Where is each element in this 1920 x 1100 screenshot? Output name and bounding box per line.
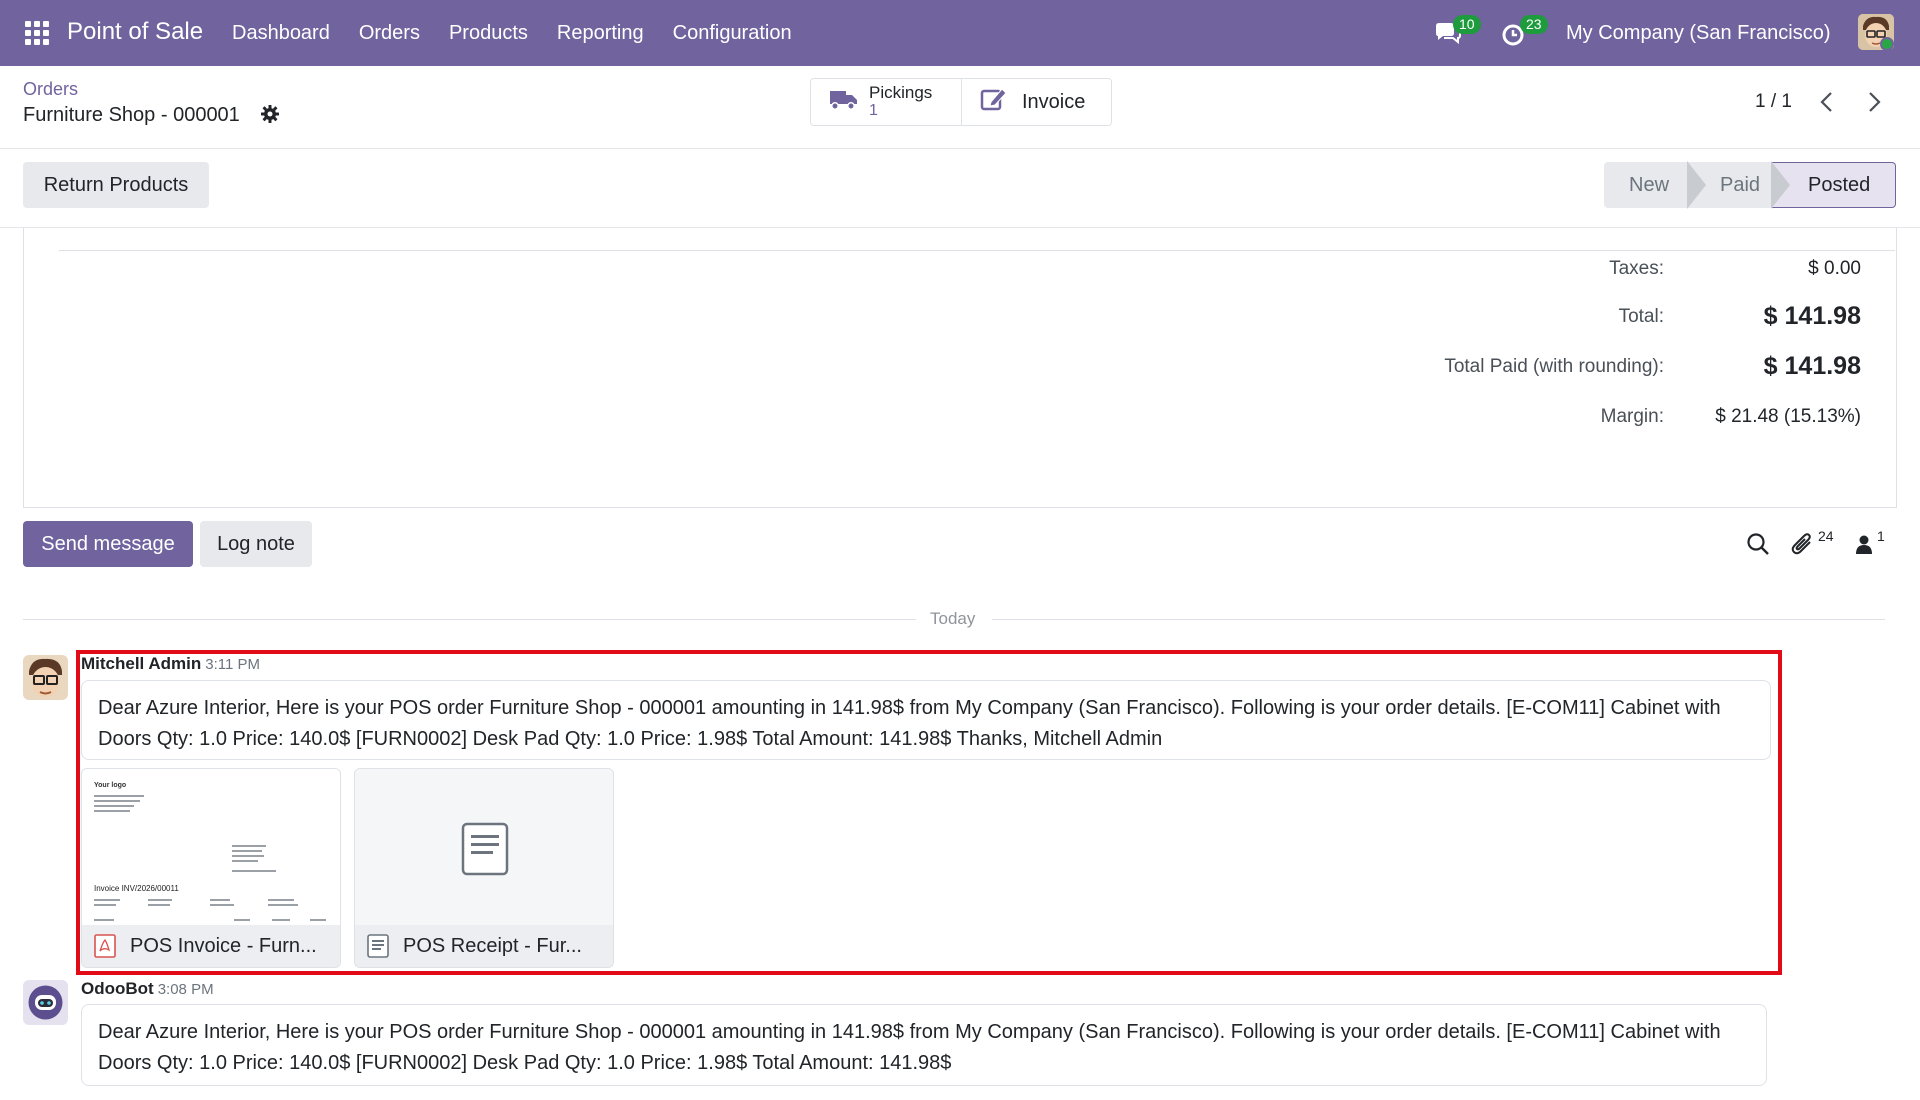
document-icon <box>367 934 389 958</box>
company-switcher[interactable]: My Company (San Francisco) <box>1566 22 1831 45</box>
edit-icon <box>980 86 1008 118</box>
total-label: Total: <box>1618 306 1664 327</box>
messages-icon[interactable]: 10 <box>1433 15 1481 48</box>
pdf-icon <box>94 934 116 958</box>
message-time: 3:08 PM <box>157 981 214 998</box>
control-panel-divider <box>0 148 1920 149</box>
author-name: Mitchell Admin <box>81 654 202 673</box>
invoice-label: Invoice <box>1022 90 1086 113</box>
attachment-footer: POS Invoice - Furn... <box>82 925 340 967</box>
menu-dashboard[interactable]: Dashboard <box>232 22 330 45</box>
log-note-button[interactable]: Log note <box>200 521 312 567</box>
message-time: 3:11 PM <box>205 656 261 673</box>
send-message-button[interactable]: Send message <box>23 521 193 567</box>
status-posted-label: Posted <box>1808 173 1871 196</box>
date-separator-line-left <box>23 619 916 620</box>
total-paid-label: Total Paid (with rounding): <box>1444 356 1664 377</box>
totals-divider <box>59 250 1895 251</box>
status-new[interactable]: New <box>1604 161 1706 209</box>
truck-icon <box>829 87 859 117</box>
pager-value[interactable]: 1 / 1 <box>1755 91 1792 113</box>
menu-products[interactable]: Products <box>449 22 528 45</box>
date-separator: Today <box>930 609 976 628</box>
status-new-label: New <box>1629 173 1670 196</box>
message-body: Dear Azure Interior, Here is your POS or… <box>81 1004 1767 1086</box>
message-body: Dear Azure Interior, Here is your POS or… <box>81 680 1771 760</box>
author-name: OdooBot <box>81 979 154 998</box>
avatar[interactable] <box>23 655 68 700</box>
pager-next-icon[interactable] <box>1862 89 1886 115</box>
smart-buttons: Pickings 1 Invoice <box>810 78 1112 126</box>
receipt-preview <box>355 769 613 927</box>
taxes-value: $ 0.00 <box>1808 258 1861 279</box>
file-icon <box>461 822 509 876</box>
pickings-count: 1 <box>869 102 878 119</box>
menu-orders[interactable]: Orders <box>359 22 420 45</box>
apps-menu-icon[interactable] <box>25 21 49 45</box>
message-author[interactable]: OdooBot 3:08 PM <box>81 979 214 999</box>
invoice-thumb-title: Invoice INV/2026/00011 <box>94 884 179 893</box>
messages-badge: 10 <box>1453 15 1481 34</box>
invoice-button[interactable]: Invoice <box>961 79 1111 125</box>
main-menu: Dashboard Orders Products Reporting Conf… <box>232 22 792 45</box>
date-separator-line-right <box>992 619 1885 620</box>
total-value: $ 141.98 <box>1763 302 1861 330</box>
taxes-label: Taxes: <box>1609 258 1664 279</box>
online-status-icon <box>1880 37 1894 51</box>
menu-configuration[interactable]: Configuration <box>673 22 792 45</box>
search-icon[interactable] <box>1745 531 1771 557</box>
breadcrumb-orders[interactable]: Orders <box>23 79 78 100</box>
pager-previous-icon[interactable] <box>1815 89 1839 115</box>
top-navbar: Point of Sale Dashboard Orders Products … <box>0 0 1920 66</box>
paperclip-icon[interactable] <box>1790 531 1816 557</box>
attachment-name: POS Receipt - Fur... <box>403 934 582 957</box>
activities-badge: 23 <box>1520 15 1548 34</box>
app-name[interactable]: Point of Sale <box>67 18 203 46</box>
activities-icon[interactable]: 23 <box>1500 15 1548 48</box>
pickings-label: Pickings <box>869 83 933 102</box>
status-paid-label: Paid <box>1720 173 1761 196</box>
pickings-button[interactable]: Pickings 1 <box>811 79 961 125</box>
attachment-name: POS Invoice - Furn... <box>130 934 317 957</box>
record-title: Furniture Shop - 000001 <box>23 104 240 126</box>
form-sheet: Taxes: $ 0.00 Total: $ 141.98 Total Paid… <box>23 228 1897 508</box>
followers-count: 1 <box>1877 528 1885 544</box>
avatar[interactable] <box>23 980 68 1025</box>
margin-value: $ 21.48 (15.13%) <box>1715 406 1861 427</box>
status-bar: New Paid Posted <box>1604 161 1896 209</box>
return-products-button[interactable]: Return Products <box>23 162 209 208</box>
attachment-invoice[interactable]: Your logo Invoice INV/2026/00011 POS Inv… <box>81 768 341 968</box>
menu-reporting[interactable]: Reporting <box>557 22 644 45</box>
attachment-footer: POS Receipt - Fur... <box>355 925 613 967</box>
attachments-count: 24 <box>1818 528 1834 544</box>
status-posted[interactable]: Posted <box>1772 162 1896 208</box>
invoice-thumb-logo: Your logo <box>94 782 126 789</box>
total-paid-value: $ 141.98 <box>1763 352 1861 380</box>
invoice-preview: Your logo Invoice INV/2026/00011 <box>82 769 340 927</box>
attachment-receipt[interactable]: POS Receipt - Fur... <box>354 768 614 968</box>
message-author[interactable]: Mitchell Admin 3:11 PM <box>81 654 260 674</box>
gear-icon[interactable] <box>260 104 280 124</box>
margin-label: Margin: <box>1600 406 1664 427</box>
